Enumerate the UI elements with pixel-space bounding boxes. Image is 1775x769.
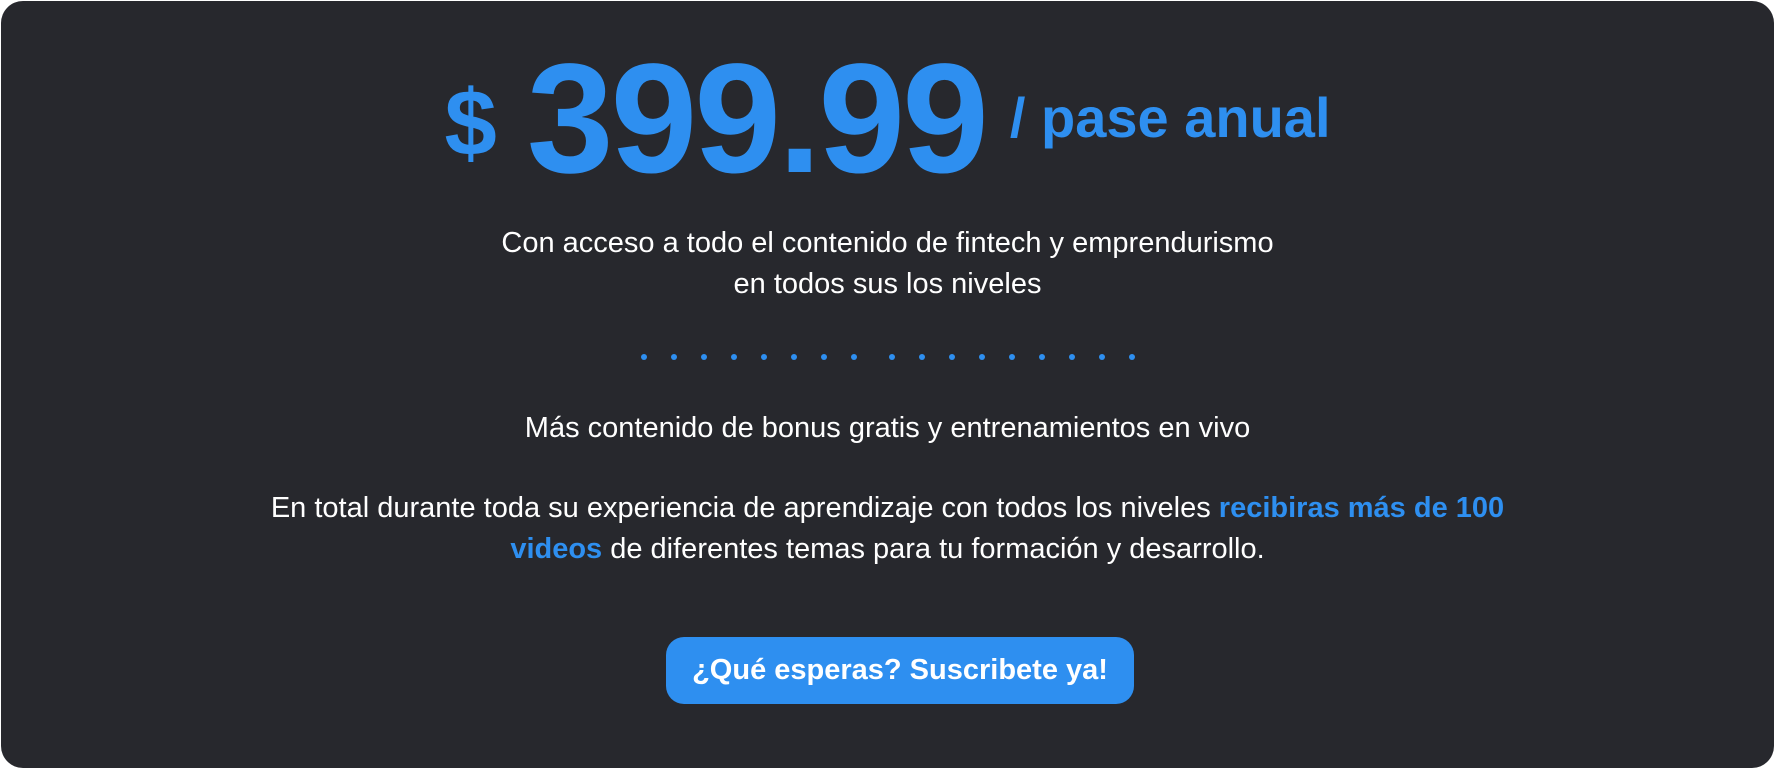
total-content-text: En total durante toda su experiencia de … bbox=[231, 488, 1544, 570]
total-text-suffix: de diferentes temas para tu formación y … bbox=[602, 533, 1265, 565]
divider-dot bbox=[948, 354, 955, 360]
divider-dot bbox=[1008, 354, 1015, 360]
divider-dot bbox=[978, 354, 985, 360]
dotted-divider bbox=[1, 354, 1774, 360]
total-text-prefix: En total durante toda su experiencia de … bbox=[270, 492, 1219, 524]
billing-period: / pase anual bbox=[1009, 86, 1331, 149]
divider-dot bbox=[760, 354, 767, 360]
price-amount: 399.99 bbox=[526, 32, 989, 206]
divider-dot bbox=[850, 354, 857, 360]
divider-dot bbox=[1068, 354, 1075, 360]
plan-description: Con acceso a todo el contenido de fintec… bbox=[1, 223, 1774, 305]
divider-dot bbox=[918, 354, 925, 360]
bonus-text: Más contenido de bonus gratis y entrenam… bbox=[524, 412, 1251, 444]
divider-dot bbox=[640, 354, 647, 360]
divider-dot bbox=[1098, 354, 1105, 360]
divider-dot bbox=[730, 354, 737, 360]
pricing-card: $ 399.99 / pase anual Con acceso a todo … bbox=[1, 1, 1774, 768]
divider-dot bbox=[1128, 354, 1135, 360]
divider-dot bbox=[670, 354, 677, 360]
plan-description-line-1: Con acceso a todo el contenido de fintec… bbox=[501, 227, 1274, 259]
subscribe-button[interactable]: ¿Qué esperas? Suscribete ya! bbox=[666, 637, 1134, 704]
divider-dot bbox=[700, 354, 707, 360]
divider-dot bbox=[820, 354, 827, 360]
price-display: $ 399.99 / pase anual bbox=[1, 41, 1774, 201]
currency-symbol: $ bbox=[444, 70, 497, 175]
divider-dot bbox=[1038, 354, 1045, 360]
divider-dot bbox=[888, 354, 895, 360]
divider-dot bbox=[790, 354, 797, 360]
plan-description-line-2: en todos sus los niveles bbox=[733, 268, 1042, 300]
